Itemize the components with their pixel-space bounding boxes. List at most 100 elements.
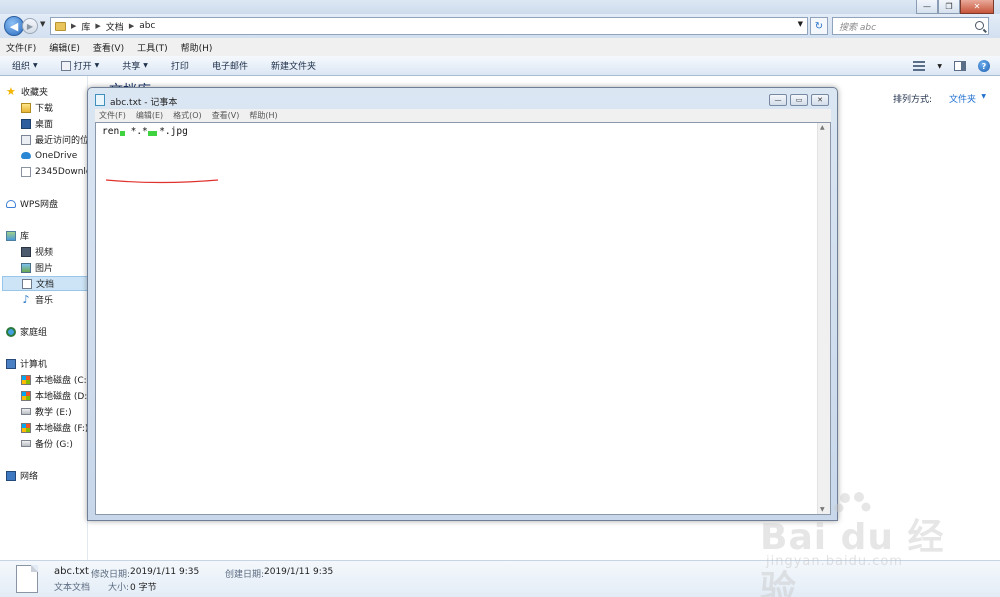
- sidebar-item-desktop[interactable]: 桌面: [21, 116, 53, 131]
- view-options-dropdown-icon[interactable]: ▼: [937, 63, 942, 70]
- search-icon[interactable]: [975, 21, 984, 30]
- breadcrumb-item[interactable]: 文档: [106, 20, 124, 33]
- sidebar-item-drive-c[interactable]: 本地磁盘 (C:): [21, 372, 87, 387]
- sidebar-label: 库: [20, 232, 30, 242]
- vertical-scrollbar[interactable]: ▲ ▼: [817, 123, 830, 514]
- recent-pages-dropdown[interactable]: ▼: [40, 20, 45, 28]
- sidebar-item-drive-e[interactable]: 教学 (E:): [21, 404, 72, 419]
- sidebar-homegroup[interactable]: 家庭组: [6, 324, 47, 339]
- menu-file[interactable]: 文件(F): [6, 41, 36, 54]
- sidebar-label: 收藏夹: [21, 88, 49, 98]
- forward-button[interactable]: ▶: [22, 18, 38, 34]
- navigation-pane: ★ 收藏夹 下载 桌面 最近访问的位置 OneDrive 2345Downloa…: [0, 76, 88, 560]
- search-input[interactable]: 搜索 abc: [832, 17, 989, 35]
- sidebar-label: 家庭组: [20, 328, 48, 338]
- sidebar-wps[interactable]: WPS网盘: [6, 196, 58, 211]
- sidebar-label: 本地磁盘 (D:): [35, 392, 88, 402]
- new-folder-button[interactable]: 新建文件夹: [271, 59, 316, 72]
- sort-dropdown[interactable]: 文件夹: [949, 92, 976, 105]
- notepad-minimize-button[interactable]: —: [769, 94, 787, 106]
- detail-modified-value: 2019/1/11 9:35: [130, 567, 200, 577]
- detail-modified-label: 修改日期:: [91, 570, 131, 580]
- sidebar-item-drive-f[interactable]: 本地磁盘 (F:): [21, 420, 87, 435]
- sidebar-label: 最近访问的位置: [35, 136, 87, 146]
- address-bar[interactable]: ▶ 库 ▶ 文档 ▶ abc ▼: [50, 17, 808, 35]
- breadcrumb-item[interactable]: 库: [81, 20, 90, 33]
- email-button[interactable]: 电子邮件: [212, 59, 248, 72]
- notepad-close-button[interactable]: ✕: [811, 94, 829, 106]
- sidebar-label: 视频: [35, 248, 54, 258]
- minimize-button[interactable]: —: [916, 0, 938, 14]
- close-button[interactable]: ✕: [960, 0, 994, 14]
- watermark-url: jingyan.baidu.com: [766, 554, 903, 569]
- notepad-menu-help[interactable]: 帮助(H): [249, 110, 277, 121]
- change-view-icon[interactable]: [913, 61, 926, 71]
- folder-icon: [55, 21, 66, 31]
- computer-icon: [6, 358, 16, 369]
- organize-button[interactable]: 组织 ▼: [12, 59, 38, 72]
- menu-view[interactable]: 查看(V): [93, 41, 124, 54]
- preview-pane-icon[interactable]: [954, 61, 966, 71]
- picture-icon: [21, 262, 31, 273]
- help-icon[interactable]: ?: [978, 60, 990, 72]
- open-label: 打开: [73, 62, 92, 72]
- sort-label: 排列方式:: [892, 95, 932, 105]
- sidebar-item-videos[interactable]: 视频: [21, 244, 53, 259]
- baidu-watermark: Bai du 经验 jingyan.baidu.com: [760, 488, 960, 597]
- refresh-button[interactable]: ↻: [810, 17, 828, 35]
- explorer-titlebar: — ❐ ✕: [0, 0, 1000, 14]
- breadcrumb-separator-icon[interactable]: ▶: [129, 22, 134, 30]
- sidebar-label: 音乐: [35, 296, 54, 306]
- notepad-text-area[interactable]: ren *.* *.jpg ▲ ▼: [95, 122, 831, 515]
- address-dropdown-icon[interactable]: ▼: [798, 20, 803, 28]
- sidebar-libraries[interactable]: 库: [6, 228, 29, 243]
- sidebar-computer[interactable]: 计算机: [6, 356, 47, 371]
- sidebar-network[interactable]: 网络: [6, 468, 38, 483]
- menu-help[interactable]: 帮助(H): [181, 41, 213, 54]
- sidebar-label: OneDrive: [35, 150, 78, 161]
- sidebar-label: 教学 (E:): [35, 408, 72, 418]
- notepad-maximize-button[interactable]: ▭: [790, 94, 808, 106]
- sidebar-item-drive-g[interactable]: 备份 (G:): [21, 436, 73, 451]
- sidebar-label: 2345Downloads: [35, 166, 87, 177]
- open-button[interactable]: 打开 ▼: [60, 59, 99, 72]
- menu-edit[interactable]: 编辑(E): [49, 41, 80, 54]
- caption-buttons: — ❐ ✕: [916, 0, 994, 14]
- onedrive-cloud-icon: [21, 152, 31, 159]
- notepad-menu-format[interactable]: 格式(O): [173, 110, 202, 121]
- menu-tools[interactable]: 工具(T): [137, 41, 168, 54]
- chevron-down-icon: ▼: [33, 62, 38, 69]
- chevron-down-icon[interactable]: ▼: [981, 93, 986, 100]
- sidebar-item-music[interactable]: ♪ 音乐: [21, 292, 53, 307]
- open-icon: [60, 60, 71, 71]
- detail-filetype: 文本文档: [54, 583, 91, 593]
- back-button[interactable]: ◀: [4, 16, 24, 36]
- detail-size-value: 0 字节: [130, 583, 157, 593]
- sidebar-item-documents[interactable]: 文档: [2, 276, 87, 291]
- breadcrumb-item[interactable]: abc: [139, 21, 155, 31]
- sidebar-favorites[interactable]: ★ 收藏夹: [6, 84, 48, 99]
- share-label: 共享: [122, 62, 141, 72]
- notepad-menu-file[interactable]: 文件(F): [99, 110, 126, 121]
- notepad-window: abc.txt - 记事本 — ▭ ✕ 文件(F) 编辑(E) 格式(O) 查看…: [87, 87, 838, 521]
- notepad-menu-view[interactable]: 查看(V): [212, 110, 240, 121]
- sidebar-item-onedrive[interactable]: OneDrive: [21, 148, 77, 163]
- notepad-menu-edit[interactable]: 编辑(E): [136, 110, 163, 121]
- navigation-bar: ◀ ▶ ▼ ▶ 库 ▶ 文档 ▶ abc ▼ ↻ 搜索 abc: [0, 14, 1000, 38]
- sidebar-item-recent[interactable]: 最近访问的位置: [21, 132, 87, 147]
- drive-icon: [21, 390, 31, 401]
- print-button[interactable]: 打印: [171, 59, 189, 72]
- maximize-button[interactable]: ❐: [938, 0, 960, 14]
- sidebar-item-2345downloads[interactable]: 2345Downloads: [21, 164, 87, 179]
- sidebar-item-pictures[interactable]: 图片: [21, 260, 53, 275]
- scroll-up-icon[interactable]: ▲: [820, 124, 825, 131]
- sidebar-item-downloads[interactable]: 下载: [21, 100, 53, 115]
- library-icon: [6, 230, 16, 241]
- sidebar-item-drive-d[interactable]: 本地磁盘 (D:): [21, 388, 88, 403]
- share-button[interactable]: 共享 ▼: [122, 59, 148, 72]
- drive-icon: [21, 440, 31, 447]
- breadcrumb-separator-icon[interactable]: ▶: [71, 22, 76, 30]
- sidebar-label: 计算机: [20, 360, 48, 370]
- breadcrumb-separator-icon[interactable]: ▶: [95, 22, 100, 30]
- sidebar-label: 文档: [36, 280, 55, 290]
